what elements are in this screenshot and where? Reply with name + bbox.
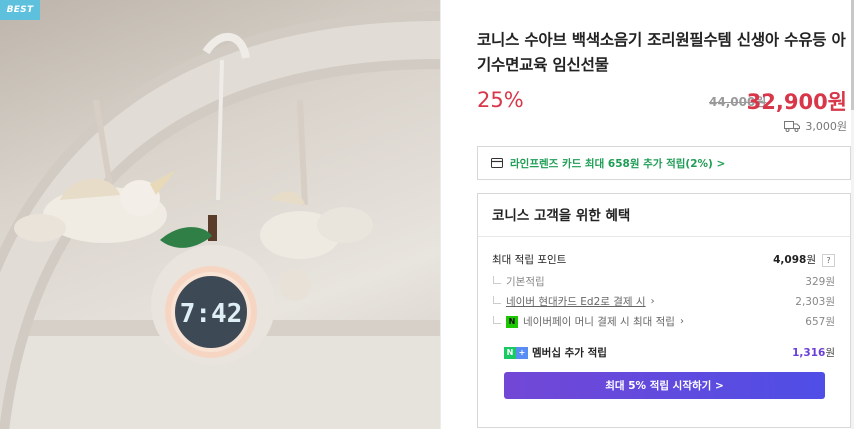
benefit-title: 코니스 고객을 위한 혜택 <box>492 208 631 224</box>
won-unit: 원 <box>806 254 816 266</box>
max-points-row: 최대 적립 포인트 4,098원? <box>492 252 835 267</box>
basic-points-label: 기본적립 <box>506 276 545 288</box>
tree-line-icon <box>493 275 501 284</box>
start-points-button[interactable]: 최대 5% 적립 시작하기 > <box>504 372 825 399</box>
membership-value: 1,316 <box>792 347 826 359</box>
won-unit: 원 <box>825 347 835 359</box>
npay-money-row[interactable]: N 네이버페이 머니 결제 시 최대 적립 › 657원 <box>492 314 835 329</box>
max-points-value: 4,098 <box>773 254 807 266</box>
sale-price: 32,900원 <box>746 90 847 114</box>
hyundai-card-row[interactable]: 네이버 현대카드 Ed2로 결제 시 › 2,303원 <box>492 294 835 309</box>
product-title: 코니스 수아브 백색소음기 조리원필수템 신생아 수유등 아기수면교육 임신선물 <box>477 31 846 74</box>
shipping-fee: 3,000원 <box>784 118 847 134</box>
chevron-right-icon: › <box>650 296 655 307</box>
credit-card-icon <box>491 158 503 168</box>
membership-value-wrap: 1,316원 <box>792 345 835 360</box>
chevron-right-icon: › <box>679 316 684 327</box>
clock-time-text: 7:42 <box>180 299 243 329</box>
discount-rate: 25% <box>477 88 524 112</box>
product-photo-illustration: 7:42 <box>0 11 440 429</box>
product-info-panel: 코니스 수아브 백색소음기 조리원필수템 신생아 수유등 아기수면교육 임신선물… <box>477 0 851 429</box>
question-icon[interactable]: ? <box>822 254 835 267</box>
max-points-value-wrap: 4,098원? <box>773 252 835 267</box>
basic-points-row: 기본적립 329원 <box>492 274 835 289</box>
membership-row: N + 멤버십 추가 적립 1,316원 <box>504 345 835 360</box>
npay-money-label: 네이버페이 머니 결제 시 최대 적립 <box>523 316 675 328</box>
benefit-box: 코니스 고객을 위한 혜택 최대 적립 포인트 4,098원? 기본적립 329… <box>477 193 851 428</box>
max-points-label: 최대 적립 포인트 <box>492 254 567 266</box>
best-badge: BEST <box>0 0 40 20</box>
card-promo-banner[interactable]: 라인프렌즈 카드 최대 658원 추가 적립(2%) > <box>477 146 851 180</box>
truck-icon <box>784 120 801 132</box>
hyundai-card-link[interactable]: 네이버 현대카드 Ed2로 결제 시 <box>506 294 646 309</box>
basic-points-value: 329원 <box>805 276 835 288</box>
benefit-divider <box>478 236 850 237</box>
card-promo-text: 라인프렌즈 카드 최대 658원 추가 적립(2%) > <box>510 157 726 170</box>
product-image[interactable]: 7:42 BEST <box>0 0 440 429</box>
divider <box>440 0 441 429</box>
hyundai-card-value: 2,303원 <box>795 296 835 308</box>
naver-plus-icon: N + <box>504 346 528 359</box>
shipping-fee-value: 3,000원 <box>805 120 847 133</box>
tree-line-icon <box>493 315 501 324</box>
naver-pay-icon: N <box>506 315 518 328</box>
npay-money-value: 657원 <box>805 316 835 328</box>
tree-line-icon <box>493 295 501 304</box>
membership-label: 멤버십 추가 적립 <box>532 347 607 359</box>
